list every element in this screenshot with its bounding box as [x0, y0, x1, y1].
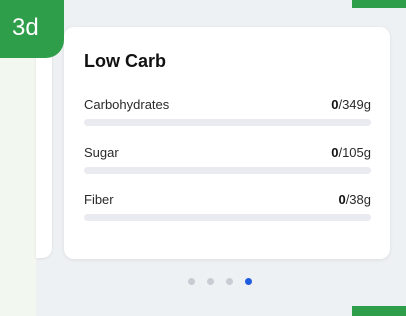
- nutrient-value: 0/38g: [338, 192, 371, 207]
- step-badge: 3d: [0, 0, 64, 58]
- page-dot[interactable]: [226, 278, 233, 285]
- page-dot[interactable]: [188, 278, 195, 285]
- bottom-right-accent: [352, 306, 406, 316]
- nutrition-goal-card[interactable]: Low Carb Carbohydrates 0/349g Sugar 0/10…: [64, 27, 390, 259]
- page-dot[interactable]: [207, 278, 214, 285]
- step-label: 3d: [12, 14, 39, 41]
- top-right-accent: [352, 0, 406, 8]
- nutrient-label: Carbohydrates: [84, 97, 170, 112]
- nutrient-row-carbohydrates: Carbohydrates 0/349g: [84, 97, 371, 126]
- nutrient-progress-bar: [84, 119, 371, 126]
- nutrient-value: 0/105g: [331, 145, 371, 160]
- nutrient-label: Sugar: [84, 145, 119, 160]
- nutrient-current: 0: [338, 192, 346, 207]
- nutrient-goal: /38g: [345, 192, 371, 207]
- nutrient-goal: /105g: [338, 145, 371, 160]
- page-dot-active[interactable]: [245, 278, 252, 285]
- nutrient-label: Fiber: [84, 192, 114, 207]
- nutrient-row-fiber: Fiber 0/38g: [84, 192, 371, 221]
- nutrient-progress-bar: [84, 167, 371, 174]
- nutrient-goal: /349g: [338, 97, 371, 112]
- nutrient-progress-bar: [84, 214, 371, 221]
- nutrient-value: 0/349g: [331, 97, 371, 112]
- page-indicator: [188, 278, 252, 286]
- previous-card-peek[interactable]: [36, 32, 52, 258]
- card-title: Low Carb: [84, 51, 167, 71]
- nutrient-row-sugar: Sugar 0/105g: [84, 145, 371, 174]
